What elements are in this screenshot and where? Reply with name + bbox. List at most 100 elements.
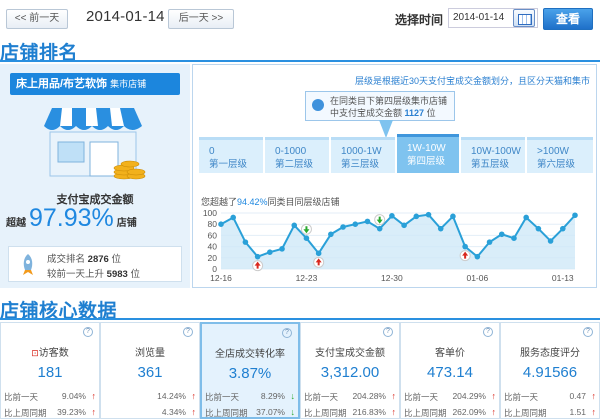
metric-row-prev-day: 比前一天 9.04% ↑ xyxy=(4,391,96,403)
x-tick-label: 01-06 xyxy=(466,273,488,283)
row-value: 37.07% xyxy=(256,407,285,417)
help-icon[interactable]: ? xyxy=(282,328,292,338)
metric-value: 4.91566 xyxy=(522,364,578,381)
row-value: 9.04% xyxy=(61,391,86,401)
metric-row-prev-week: 比上周同期 262.09% ↑ xyxy=(404,407,496,419)
metric-row-prev-week: 比上周同期 1.51 ↑ xyxy=(504,407,596,419)
metric-card-conversion[interactable]: ? 全店成交转化率 3.87% 比前一天 8.29% ↓ 比上周同期 37.07% ↓ xyxy=(200,322,300,419)
metric-row-prev-day: 比前一天 204.28% ↑ xyxy=(304,391,396,403)
help-icon[interactable]: ? xyxy=(83,327,93,337)
next-day-button[interactable]: 后一天 >> xyxy=(168,9,234,29)
tier-1[interactable]: 0 第一层级 xyxy=(199,137,263,173)
data-point xyxy=(413,213,420,220)
data-point xyxy=(328,231,334,238)
rank-value: 2876 xyxy=(87,254,109,265)
row-label: 比前一天 xyxy=(4,392,39,402)
row-value: 14.24% xyxy=(157,391,186,401)
metric-row-prev-week: 比上周同期 39.23% ↑ xyxy=(4,407,96,419)
data-point xyxy=(559,225,566,232)
tier-2[interactable]: 0-1000 第二层级 xyxy=(265,137,329,173)
tier-5[interactable]: 10W-100W 第五层级 xyxy=(461,137,525,173)
tip-line1: 在同类目下第四层级集市店铺 xyxy=(330,96,448,106)
data-point xyxy=(376,225,383,232)
tier-name: 第二层级 xyxy=(275,159,314,170)
data-point xyxy=(572,212,578,219)
rank-change-line: 较前一天上升 5983 位 xyxy=(47,266,140,280)
calendar-icon[interactable] xyxy=(513,9,535,27)
exceed-suffix: 店铺 xyxy=(116,218,137,229)
tier-range: 1000-1W xyxy=(341,146,382,157)
arrow-up-icon: ↑ xyxy=(491,407,497,417)
tip-line2-suffix: 位 xyxy=(426,108,436,118)
metric-value: 473.14 xyxy=(427,364,473,381)
tier-3[interactable]: 1000-1W 第三层级 xyxy=(331,137,395,173)
metric-row-prev-week: 比上周同期 37.07% ↓ xyxy=(205,407,295,419)
row-value: 1.51 xyxy=(569,407,586,417)
row-label: 比上周同期 xyxy=(4,408,47,418)
row-value: 4.34% xyxy=(161,407,186,417)
arrow-down-icon: ↓ xyxy=(290,391,296,401)
data-point xyxy=(218,221,224,227)
row-label: 比前一天 xyxy=(504,392,539,402)
metric-title-text: 访客数 xyxy=(38,348,69,359)
arrow-up-icon: ↑ xyxy=(491,391,497,401)
metric-card-avg-order[interactable]: ? 客单价 473.14 比前一天 204.29% ↑ 比上周同期 262.09% ↑ xyxy=(400,322,500,419)
tip-line2-prefix: 中支付宝成交金额 xyxy=(330,108,403,118)
row-value: 0.47 xyxy=(569,391,586,401)
search-button[interactable]: 查看 xyxy=(543,8,593,30)
data-point xyxy=(511,235,517,241)
arrow-up-icon: ↑ xyxy=(591,407,597,417)
metric-title: 客单价 xyxy=(435,348,465,359)
metric-title: ⊡访客数 xyxy=(1,344,99,359)
row-label: 比前一天 xyxy=(304,392,339,402)
metric-title: 服务态度评分 xyxy=(520,348,580,359)
tier-note: 层级是根据近30天支付宝成交金额划分，且区分天猫和集市 xyxy=(354,76,590,86)
prev-day-button[interactable]: << 前一天 xyxy=(6,9,68,29)
data-point xyxy=(303,235,310,241)
row-value: 216.83% xyxy=(352,407,386,417)
help-icon[interactable]: ? xyxy=(483,327,493,337)
metric-value: 3,312.00 xyxy=(320,364,380,381)
rank-change-unit: 位 xyxy=(130,269,140,280)
current-date: 2014-01-14 xyxy=(86,8,165,25)
row-value: 204.29% xyxy=(452,391,486,401)
rank-label: 成交排名 xyxy=(47,254,86,265)
rank-change-label: 较前一天上升 xyxy=(47,269,105,280)
help-icon[interactable]: ? xyxy=(583,327,593,337)
rank-change-value: 5983 xyxy=(106,269,128,280)
data-point xyxy=(437,225,444,232)
data-point xyxy=(450,213,456,220)
data-point xyxy=(267,249,273,255)
data-point xyxy=(547,238,554,244)
metric-card-alipay-amount[interactable]: ? 支付宝成交金额 3,312.00 比前一天 204.28% ↑ 比上周同期 216… xyxy=(300,322,400,419)
info-icon xyxy=(312,99,324,111)
help-icon[interactable]: ? xyxy=(183,327,193,337)
exceed-summary: 超越 97.93% 店铺 xyxy=(6,204,190,233)
data-point xyxy=(486,239,493,245)
metric-card-service-score[interactable]: ? 服务态度评分 4.91566 比前一天 0.47 ↑ 比上周同期 1.51 ↑ xyxy=(500,322,600,419)
tier-4-active[interactable]: 1W-10W 第四层级 xyxy=(397,134,459,173)
data-point xyxy=(389,213,395,219)
rank-box: 成交排名 2876 位 较前一天上升 5983 位 xyxy=(8,246,182,282)
metric-row-prev-day: 比前一天 8.29% ↓ xyxy=(205,391,295,403)
tier-range: 0 xyxy=(209,146,215,157)
shop-category: 床上用品/布艺软饰 xyxy=(16,78,108,90)
metric-card-visitors[interactable]: ? ⊡访客数 181 比前一天 9.04% ↑ 比上周同期 39.23% ↑ xyxy=(0,322,100,419)
help-icon[interactable]: ? xyxy=(383,327,393,337)
tier-tip-box: 在同类目下第四层级集市店铺 中支付宝成交金额 1127 位 xyxy=(305,91,455,121)
tier-6[interactable]: >100W 第六层级 xyxy=(527,137,593,173)
rank-unit: 位 xyxy=(111,254,121,265)
metric-card-pageviews[interactable]: ? 浏览量 361 14.24% ↑ 4.34% ↑ xyxy=(100,322,200,419)
arrow-up-icon: ↑ xyxy=(91,391,97,401)
arrow-up-icon: ↑ xyxy=(191,407,197,417)
y-tick-label: 20 xyxy=(208,253,218,263)
metric-row-prev-week: 比上周同期 216.83% ↑ xyxy=(304,407,396,419)
y-tick-label: 40 xyxy=(208,242,218,252)
metric-title: 支付宝成交金额 xyxy=(315,348,385,359)
tier-range: >100W xyxy=(537,146,569,157)
metric-title: 全店成交转化率 xyxy=(215,349,285,360)
data-point xyxy=(340,224,346,230)
data-point xyxy=(364,218,371,225)
metric-row-prev-day: 比前一天 204.29% ↑ xyxy=(404,391,496,403)
section-divider xyxy=(0,60,600,62)
